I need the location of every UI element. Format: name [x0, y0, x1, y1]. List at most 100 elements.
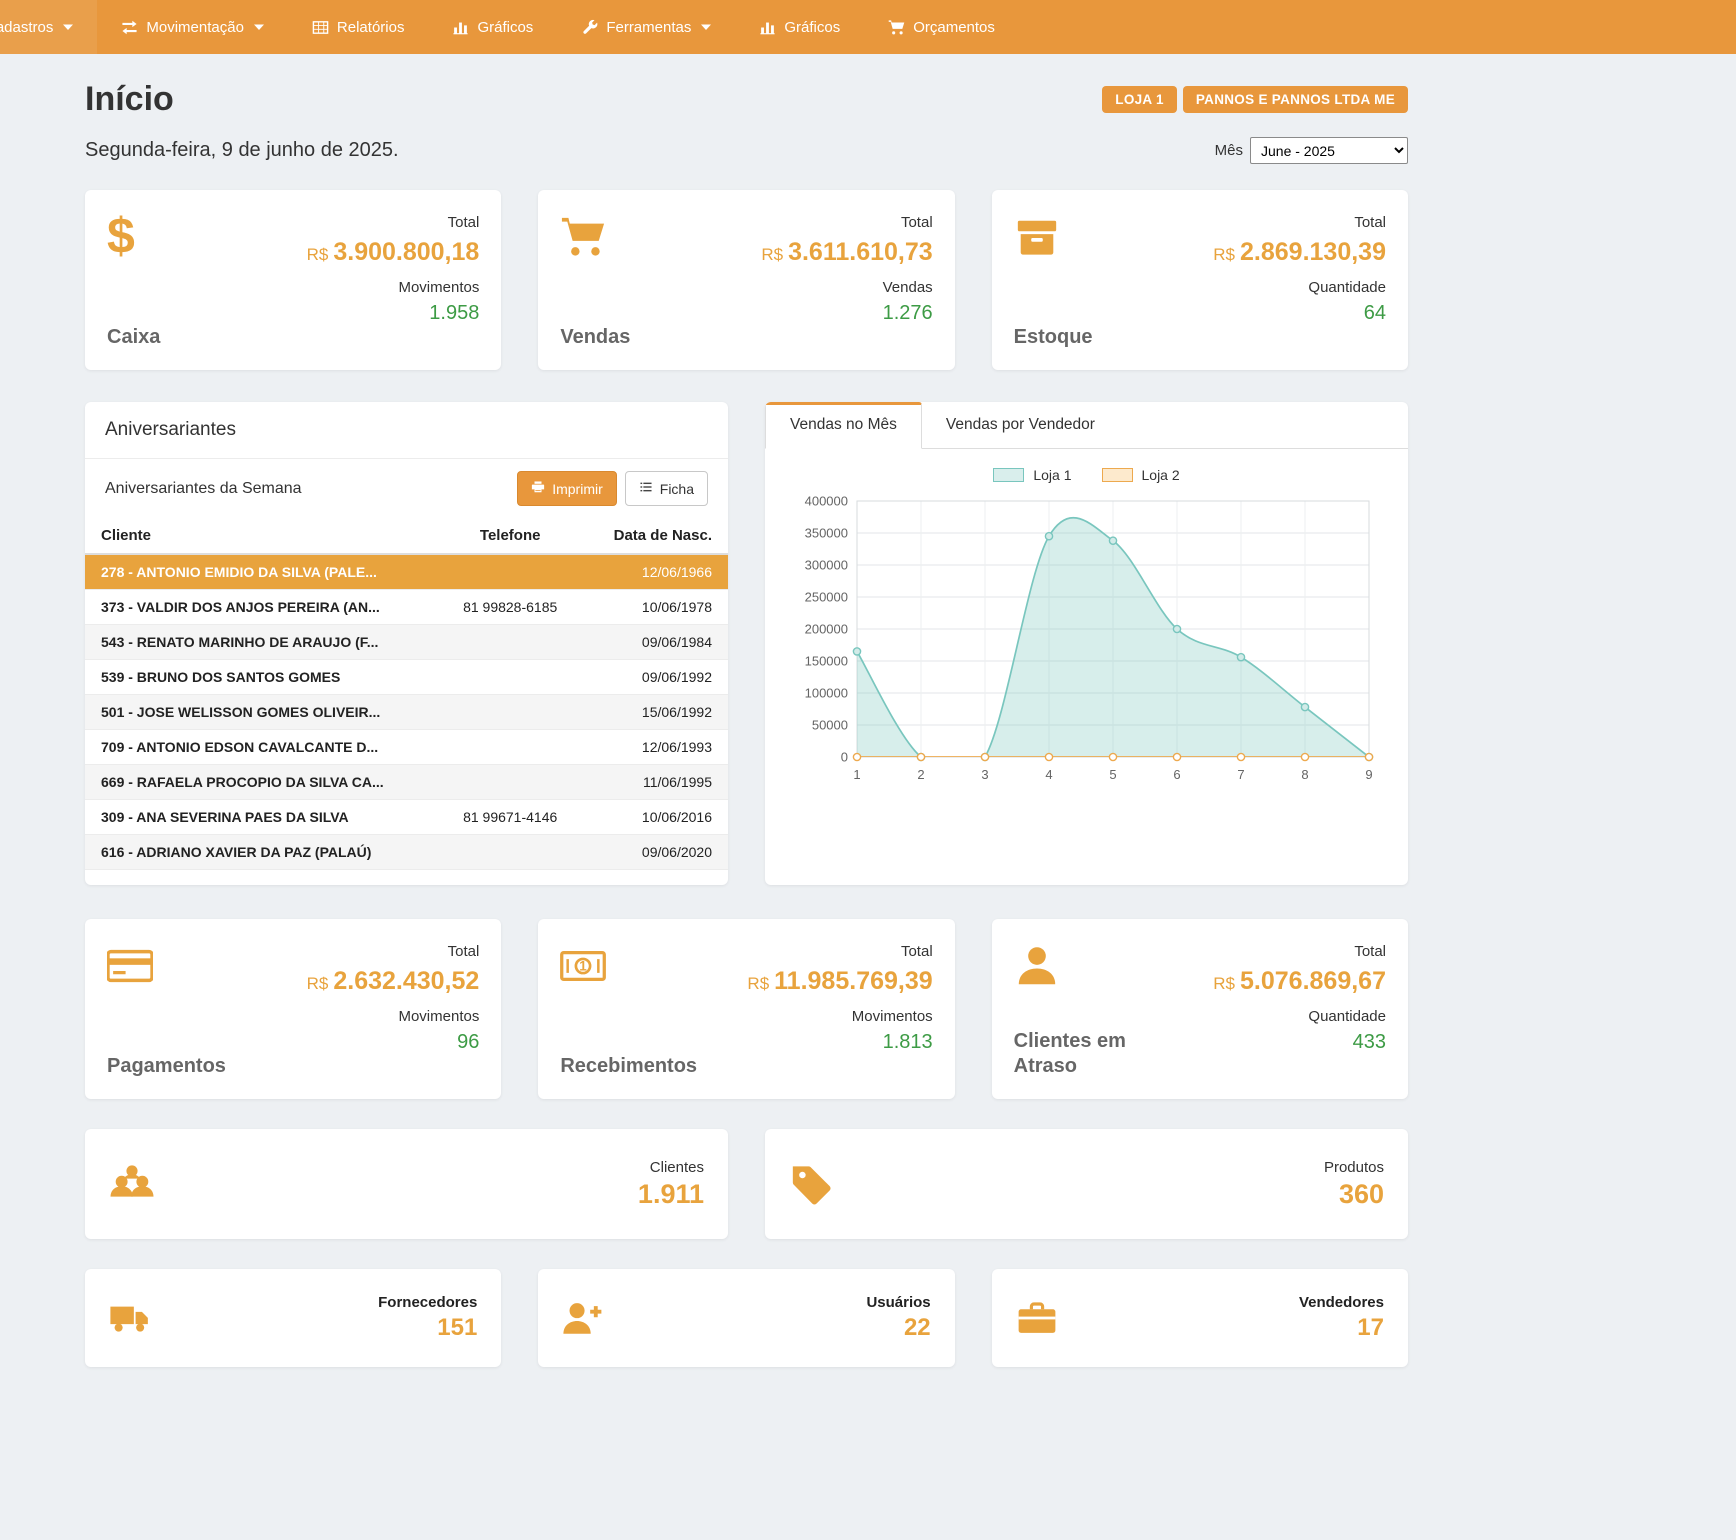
nav-item-graficos-1[interactable]: Gráficos: [428, 0, 557, 54]
total-value: R$3.900.800,18: [307, 238, 480, 267]
row-client: 709 - ANTONIO EDSON CAVALCANTE D...: [85, 730, 439, 765]
counter-value: 360: [1324, 1179, 1384, 1210]
svg-text:3: 3: [981, 767, 988, 782]
svg-text:4: 4: [1045, 767, 1052, 782]
table-row[interactable]: 309 - ANA SEVERINA PAES DA SILVA81 99671…: [85, 800, 728, 835]
total-value: R$3.611.610,73: [761, 238, 932, 267]
truck-icon: [109, 1297, 151, 1339]
nav-item-relatorios[interactable]: Relatórios: [288, 0, 429, 54]
column-header-data-nasc: Data de Nasc.: [581, 518, 728, 554]
legend-item-loja1[interactable]: Loja 1: [993, 467, 1071, 483]
count-label: Movimentos: [307, 279, 480, 296]
counter-label: Fornecedores: [378, 1294, 477, 1311]
count-label: Quantidade: [1213, 279, 1386, 296]
counter-value: 17: [1299, 1314, 1384, 1342]
sales-chart: 0500001000001500002000002500003000003500…: [791, 489, 1383, 791]
store-button[interactable]: LOJA 1: [1102, 86, 1177, 113]
nav-item-ferramentas[interactable]: Ferramentas: [557, 0, 735, 54]
tab-vendas-no-mes[interactable]: Vendas no Mês: [765, 402, 922, 449]
row-phone: [439, 695, 581, 730]
svg-text:250000: 250000: [804, 590, 847, 605]
nav-item-label: Gráficos: [477, 19, 533, 36]
counter-value: 151: [378, 1314, 477, 1342]
user-icon: [1014, 943, 1139, 994]
counter-value: 1.911: [638, 1179, 704, 1210]
nav-item-graficos-2[interactable]: Gráficos: [735, 0, 864, 54]
cart-icon: [888, 19, 905, 36]
nav-item-label: Gráficos: [784, 19, 840, 36]
fornecedores-card: Fornecedores 151: [85, 1269, 501, 1367]
month-select[interactable]: June - 2025: [1250, 137, 1408, 164]
caixa-card: $ Caixa Total R$3.900.800,18 Movimentos …: [85, 190, 501, 370]
table-row[interactable]: 539 - BRUNO DOS SANTOS GOMES09/06/1992: [85, 660, 728, 695]
estoque-card: Estoque Total R$2.869.130,39 Quantidade …: [992, 190, 1408, 370]
svg-text:6: 6: [1173, 767, 1180, 782]
table-row[interactable]: 543 - RENATO MARINHO DE ARAUJO (F...09/0…: [85, 625, 728, 660]
nav-item-label: Relatórios: [337, 19, 405, 36]
produtos-counter-card: Produtos 360: [765, 1129, 1408, 1239]
count-value: 1.958: [307, 302, 480, 325]
row-client: 278 - ANTONIO EMIDIO DA SILVA (PALE...: [85, 554, 439, 590]
usuarios-card: Usuários 22: [538, 1269, 954, 1367]
nav-item-movimentacao[interactable]: Movimentação: [97, 0, 288, 54]
table-row[interactable]: 373 - VALDIR DOS ANJOS PEREIRA (AN...81 …: [85, 590, 728, 625]
total-value: R$2.869.130,39: [1213, 238, 1386, 267]
row-client: 669 - RAFAELA PROCOPIO DA SILVA CA...: [85, 765, 439, 800]
month-label: Mês: [1215, 142, 1243, 159]
row-birth: 10/06/1978: [581, 590, 728, 625]
row-client: 309 - ANA SEVERINA PAES DA SILVA: [85, 800, 439, 835]
total-value: R$11.985.769,39: [747, 967, 932, 996]
shopping-cart-icon: [560, 214, 630, 265]
bar-chart-icon: [452, 19, 469, 36]
recebimentos-card: 1 Recebimentos Total R$11.985.769,39 Mov…: [538, 919, 954, 1099]
svg-text:400000: 400000: [804, 494, 847, 509]
counter-label: Usuários: [866, 1294, 930, 1311]
legend-item-loja2[interactable]: Loja 2: [1102, 467, 1180, 483]
page-title: Início: [85, 80, 174, 119]
svg-text:5: 5: [1109, 767, 1116, 782]
table-row[interactable]: 278 - ANTONIO EMIDIO DA SILVA (PALE... 12…: [85, 554, 728, 590]
counter-label: Vendedores: [1299, 1294, 1384, 1311]
nav-item-orcamentos[interactable]: Orçamentos: [864, 0, 1019, 54]
row-birth: 12/06/1966: [581, 554, 728, 590]
svg-text:300000: 300000: [804, 558, 847, 573]
svg-text:200000: 200000: [804, 622, 847, 637]
svg-text:8: 8: [1301, 767, 1308, 782]
vendas-card: Vendas Total R$3.611.610,73 Vendas 1.276: [538, 190, 954, 370]
chart-legend: Loja 1 Loja 2: [785, 455, 1388, 489]
row-birth: 10/06/2016: [581, 800, 728, 835]
wrench-icon: [581, 19, 598, 36]
sales-panel: Vendas no Mês Vendas por Vendedor Loja 1…: [765, 402, 1408, 885]
stat-name: Recebimentos: [560, 1054, 685, 1079]
tab-vendas-por-vendedor[interactable]: Vendas por Vendedor: [922, 402, 1119, 448]
counter-value: 22: [866, 1314, 930, 1342]
row-birth: 12/06/1993: [581, 730, 728, 765]
count-label: Movimentos: [747, 1008, 932, 1025]
total-label: Total: [747, 943, 932, 960]
table-row[interactable]: 709 - ANTONIO EDSON CAVALCANTE D... 12/06…: [85, 730, 728, 765]
table-row[interactable]: 669 - RAFAELA PROCOPIO DA SILVA CA...11/…: [85, 765, 728, 800]
tag-icon: [789, 1161, 835, 1207]
table-row[interactable]: 616 - ADRIANO XAVIER DA PAZ (PALAÚ) 09/06…: [85, 835, 728, 870]
row-phone: [439, 554, 581, 590]
nav-item-label: Cadastros: [0, 19, 53, 36]
stat-name: Vendas: [560, 325, 630, 350]
chevron-down-icon: [701, 24, 711, 30]
nav-item-cadastros[interactable]: Cadastros: [0, 0, 97, 54]
stat-name: Pagamentos: [107, 1054, 226, 1079]
stat-name: Clientes em Atraso: [1014, 1029, 1139, 1079]
svg-text:100000: 100000: [804, 686, 847, 701]
pagamentos-card: Pagamentos Total R$2.632.430,52 Moviment…: [85, 919, 501, 1099]
row-birth: 09/06/2020: [581, 835, 728, 870]
svg-text:350000: 350000: [804, 526, 847, 541]
ficha-button[interactable]: Ficha: [625, 471, 708, 506]
table-row[interactable]: 501 - JOSE WELISSON GOMES OLIVEIR...15/0…: [85, 695, 728, 730]
company-button[interactable]: PANNOS E PANNOS LTDA ME: [1183, 86, 1408, 113]
print-button[interactable]: Imprimir: [517, 471, 617, 506]
row-client: 616 - ADRIANO XAVIER DA PAZ (PALAÚ): [85, 835, 439, 870]
total-label: Total: [307, 214, 480, 231]
svg-text:0: 0: [840, 750, 847, 765]
table-icon: [312, 19, 329, 36]
svg-text:9: 9: [1365, 767, 1372, 782]
box-icon: [1014, 214, 1093, 265]
